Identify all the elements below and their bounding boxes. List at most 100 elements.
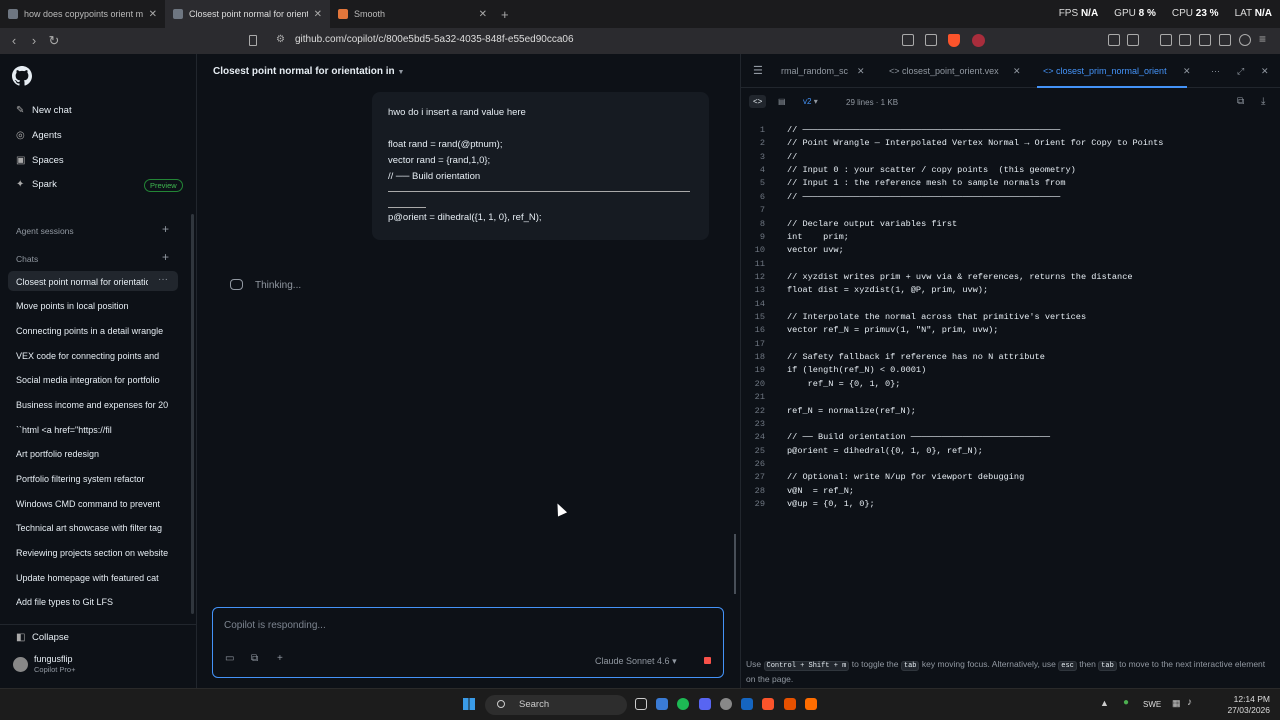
- chat-item[interactable]: Reviewing projects section on website: [16, 548, 168, 558]
- taskbar-search[interactable]: Search: [485, 695, 627, 715]
- url-field[interactable]: github.com/copilot/c/800e5bd5-5a32-4035-…: [295, 34, 574, 45]
- chat-item[interactable]: Windows CMD command to prevent: [16, 499, 168, 509]
- copy-icon[interactable]: ⧉: [1237, 96, 1244, 107]
- line-number: 18: [754, 352, 765, 363]
- bookmark-icon[interactable]: [249, 35, 257, 46]
- tab-icon[interactable]: [1127, 34, 1139, 46]
- close-icon[interactable]: ✕: [1183, 66, 1191, 77]
- add-agent-session-plus-icon[interactable]: +: [162, 222, 169, 236]
- share-icon[interactable]: [925, 34, 937, 46]
- chat-composer[interactable]: Copilot is responding... ▭ ⧉ + Claude So…: [212, 607, 724, 678]
- chat-item[interactable]: VEX code for connecting points and: [16, 351, 168, 361]
- add-plus-icon[interactable]: +: [277, 653, 283, 664]
- app-icon[interactable]: [784, 698, 796, 710]
- chat-item[interactable]: Move points in local position: [16, 301, 168, 311]
- forward-icon[interactable]: ›: [24, 33, 44, 48]
- attach-repo-icon[interactable]: ⧉: [251, 653, 258, 664]
- list-icon[interactable]: ☰: [753, 64, 763, 77]
- bookmarks-icon[interactable]: [1219, 34, 1231, 46]
- brave-rewards-icon[interactable]: [972, 34, 985, 47]
- reload-icon[interactable]: ↻: [44, 33, 64, 49]
- version-selector[interactable]: v2 ▾: [803, 97, 818, 106]
- keyboard-language[interactable]: SWE: [1143, 700, 1161, 709]
- spaces-link[interactable]: ▣ Spaces: [16, 155, 171, 166]
- chat-item[interactable]: Technical art showcase with filter tag: [16, 523, 168, 533]
- houdini-icon[interactable]: [805, 698, 817, 710]
- chat-item[interactable]: Connecting points in a detail wrangle: [16, 326, 168, 336]
- more-options-icon[interactable]: ···: [1211, 66, 1220, 76]
- line-number: 27: [754, 472, 765, 483]
- tray-expand-icon[interactable]: ▲: [1100, 698, 1109, 708]
- menu-icon[interactable]: ≡: [1259, 32, 1266, 46]
- sidebar-toggle-icon[interactable]: [1179, 34, 1191, 46]
- system-clock[interactable]: 12:14 PM 27/03/2026: [1227, 694, 1270, 716]
- download-icon[interactable]: ⤓: [1261, 96, 1265, 107]
- chat-item[interactable]: Portfolio filtering system refactor: [16, 474, 168, 484]
- volume-icon[interactable]: ♪: [1187, 697, 1192, 708]
- new-tab-plus-icon[interactable]: +: [501, 7, 509, 22]
- add-chat-plus-icon[interactable]: +: [162, 250, 169, 264]
- steam-icon[interactable]: [720, 698, 732, 710]
- hint-text: to toggle the: [851, 659, 899, 669]
- file-tab[interactable]: rmal_random_sc: [781, 66, 848, 76]
- chat-item[interactable]: Art portfolio redesign: [16, 449, 168, 459]
- comment-icon[interactable]: ▭: [225, 653, 234, 664]
- code-text: v@up = {0, 1, 0};: [787, 499, 875, 510]
- sidebar-scrollbar[interactable]: [191, 214, 194, 614]
- close-icon[interactable]: ✕: [1013, 66, 1021, 77]
- chat-item[interactable]: Social media integration for portfolio: [16, 375, 168, 385]
- browser-tab-active[interactable]: Closest point normal for orientation ✕: [165, 0, 330, 28]
- avatar[interactable]: [13, 657, 28, 672]
- chat-item[interactable]: Update homepage with featured cat: [16, 573, 168, 583]
- expand-icon[interactable]: ⤢: [1237, 66, 1244, 77]
- more-options-icon[interactable]: ···: [158, 274, 168, 285]
- stop-button[interactable]: [704, 657, 711, 664]
- close-panel-icon[interactable]: ✕: [1261, 66, 1269, 77]
- model-selector[interactable]: Claude Sonnet 4.6 ▾: [595, 656, 677, 667]
- browser-tab[interactable]: how does copypoints orient meshes ✕: [0, 0, 165, 28]
- vpn-icon[interactable]: [1239, 34, 1251, 46]
- collapse-button[interactable]: ◧ Collapse: [16, 632, 171, 643]
- close-icon[interactable]: ✕: [314, 9, 322, 20]
- back-icon[interactable]: ‹: [4, 33, 24, 48]
- preview-view-toggle-icon[interactable]: ▤: [774, 95, 790, 108]
- spotify-icon[interactable]: [677, 698, 689, 710]
- chat-item[interactable]: Add file types to Git LFS: [16, 597, 168, 607]
- task-view-icon[interactable]: [635, 698, 647, 710]
- chat-item[interactable]: Business income and expenses for 20: [16, 400, 168, 410]
- spaces-label: Spaces: [32, 155, 64, 166]
- chat-title[interactable]: Closest point normal for orientation in …: [213, 66, 404, 77]
- browser-tab[interactable]: Smooth ✕: [330, 0, 495, 28]
- chat-item[interactable]: ``html <a href="https://fil: [16, 425, 168, 435]
- close-icon[interactable]: ✕: [149, 9, 157, 20]
- screen-capture-icon[interactable]: [902, 34, 914, 46]
- extensions-icon[interactable]: [1108, 34, 1120, 46]
- close-icon[interactable]: ✕: [479, 9, 487, 20]
- line-number: 16: [754, 325, 765, 336]
- chat-item[interactable]: Closest point normal for orientation: [16, 277, 148, 287]
- wallet-icon[interactable]: [1199, 34, 1211, 46]
- file-tab-active[interactable]: <> closest_prim_normal_orient: [1043, 66, 1167, 76]
- code-view-toggle-icon[interactable]: <>: [749, 95, 767, 108]
- kbd-shortcut: Control + Shift + m: [763, 661, 850, 671]
- agents-link[interactable]: ◎ Agents: [16, 130, 171, 141]
- code-text: // ─────────────────────────────────────…: [787, 191, 1061, 202]
- network-icon[interactable]: ▦: [1172, 698, 1181, 709]
- thinking-status: Thinking...: [255, 280, 302, 291]
- message-line: vector rand = {rand,1,0};: [388, 155, 491, 166]
- microphone-icon[interactable]: ●: [1123, 697, 1129, 708]
- site-info-icon[interactable]: ⚙: [276, 34, 285, 45]
- close-icon[interactable]: ✕: [857, 66, 865, 77]
- app-icon[interactable]: [741, 698, 753, 710]
- brave-browser-icon[interactable]: [762, 698, 774, 710]
- brave-shield-icon[interactable]: [948, 34, 960, 47]
- discord-icon[interactable]: [699, 698, 711, 710]
- windows-start-icon[interactable]: [463, 698, 475, 710]
- chat-scrollbar[interactable]: [734, 534, 736, 594]
- file-tab[interactable]: <> closest_point_orient.vex: [889, 66, 999, 76]
- file-explorer-icon[interactable]: [656, 698, 668, 710]
- code-text: // Input 1 : the reference mesh to sampl…: [787, 178, 1066, 189]
- new-chat-link[interactable]: ✎ New chat: [16, 105, 171, 116]
- github-logo-icon[interactable]: [12, 66, 32, 86]
- music-icon[interactable]: [1160, 34, 1172, 46]
